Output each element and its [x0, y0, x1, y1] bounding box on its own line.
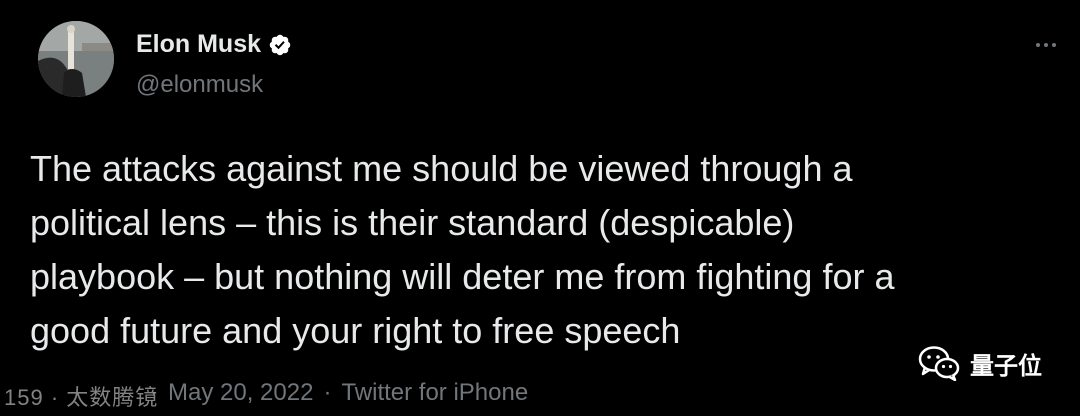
tweet-text-line: playbook – but nothing will deter me fro… [30, 256, 895, 297]
tweet-text-line: political lens – this is their standard … [30, 202, 795, 243]
tweet-meta: 159 · 太数腾镜 · May 20, 2022 · Twitter for … [0, 378, 528, 410]
tweet-card: Elon Musk @elonmusk The attacks against … [0, 0, 1080, 416]
watermark-text: 量子位 [970, 352, 1042, 380]
verified-badge-icon [269, 34, 291, 55]
avatar[interactable] [38, 21, 114, 97]
more-options-dot [1044, 43, 1048, 47]
author-handle[interactable]: @elonmusk [136, 71, 263, 99]
more-options-icon [1036, 43, 1040, 47]
wechat-logo-icon [918, 346, 960, 381]
tweet-text: The attacks against me should be viewed … [30, 142, 1030, 358]
more-options-button[interactable] [1030, 32, 1062, 58]
author-name-label: Elon Musk [136, 30, 262, 58]
tweet-text-line: good future and your right to free speec… [30, 310, 681, 351]
watermark: 量子位 [918, 345, 1042, 381]
time-overlay-text: 159 · 太数腾镜 [4, 385, 159, 410]
tweet-date[interactable]: May 20, 2022 [168, 379, 313, 407]
more-options-dot [1052, 43, 1056, 47]
tweet-text-line: The attacks against me should be viewed … [30, 148, 853, 189]
tweet-time[interactable]: 159 · 太数腾镜 [0, 378, 157, 410]
tweet-source[interactable]: Twitter for iPhone [341, 379, 528, 407]
author-name[interactable]: Elon Musk [136, 30, 292, 59]
meta-separator: · [323, 379, 332, 406]
